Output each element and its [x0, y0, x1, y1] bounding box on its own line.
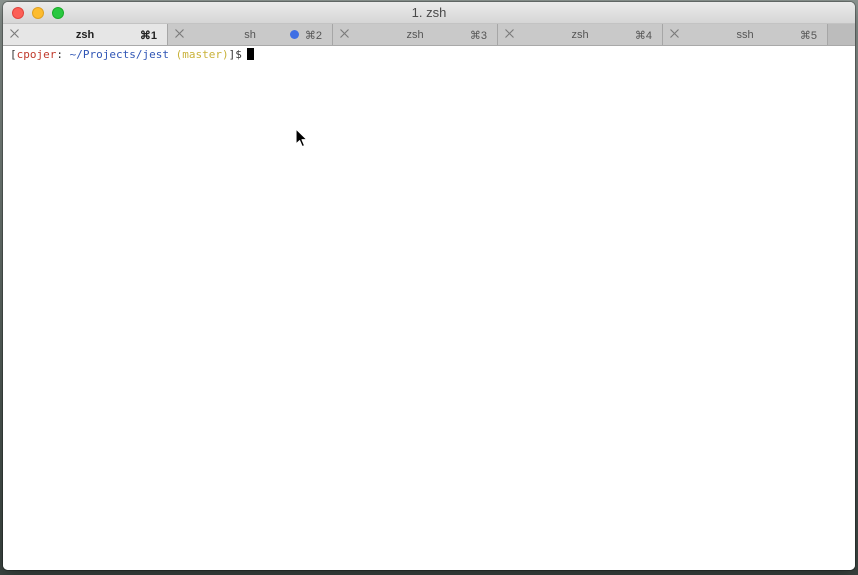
- tab-bar: zsh ⌘1 sh ⌘2 zsh ⌘3 zsh ⌘4 ssh ⌘5: [3, 24, 855, 46]
- activity-dot-icon: [290, 30, 299, 39]
- prompt-separator: :: [56, 48, 70, 61]
- tab-4[interactable]: zsh ⌘4: [498, 24, 663, 45]
- prompt-open-bracket: [: [10, 48, 17, 61]
- prompt-line: [cpojer: ~/Projects/jest (master)]$: [10, 48, 254, 62]
- tab-3[interactable]: zsh ⌘3: [333, 24, 498, 45]
- tab-shortcut: ⌘4: [634, 30, 652, 42]
- tab-shortcut: ⌘2: [304, 30, 322, 42]
- prompt-path: ~/Projects/jest: [69, 48, 169, 61]
- tab-shortcut: ⌘1: [139, 30, 157, 42]
- tab-shortcut: ⌘3: [469, 30, 487, 42]
- tab-2[interactable]: sh ⌘2: [168, 24, 333, 45]
- text-cursor: [246, 48, 254, 60]
- tab-5[interactable]: ssh ⌘5: [663, 24, 828, 45]
- mouse-pointer-icon: [295, 128, 308, 148]
- prompt-branch: (master): [168, 48, 229, 61]
- prompt-user: cpojer: [16, 48, 57, 61]
- window-title: 1. zsh: [411, 5, 447, 20]
- terminal-window: 1. zsh zsh ⌘1 sh ⌘2 zsh ⌘3 zsh ⌘4 ssh ⌘5…: [3, 2, 855, 570]
- prompt-symbol: $: [235, 48, 242, 61]
- tab-shortcut: ⌘5: [799, 30, 817, 42]
- title-bar: 1. zsh: [3, 2, 855, 24]
- terminal-output[interactable]: [cpojer: ~/Projects/jest (master)]$: [3, 46, 855, 570]
- tab-1[interactable]: zsh ⌘1: [3, 24, 168, 45]
